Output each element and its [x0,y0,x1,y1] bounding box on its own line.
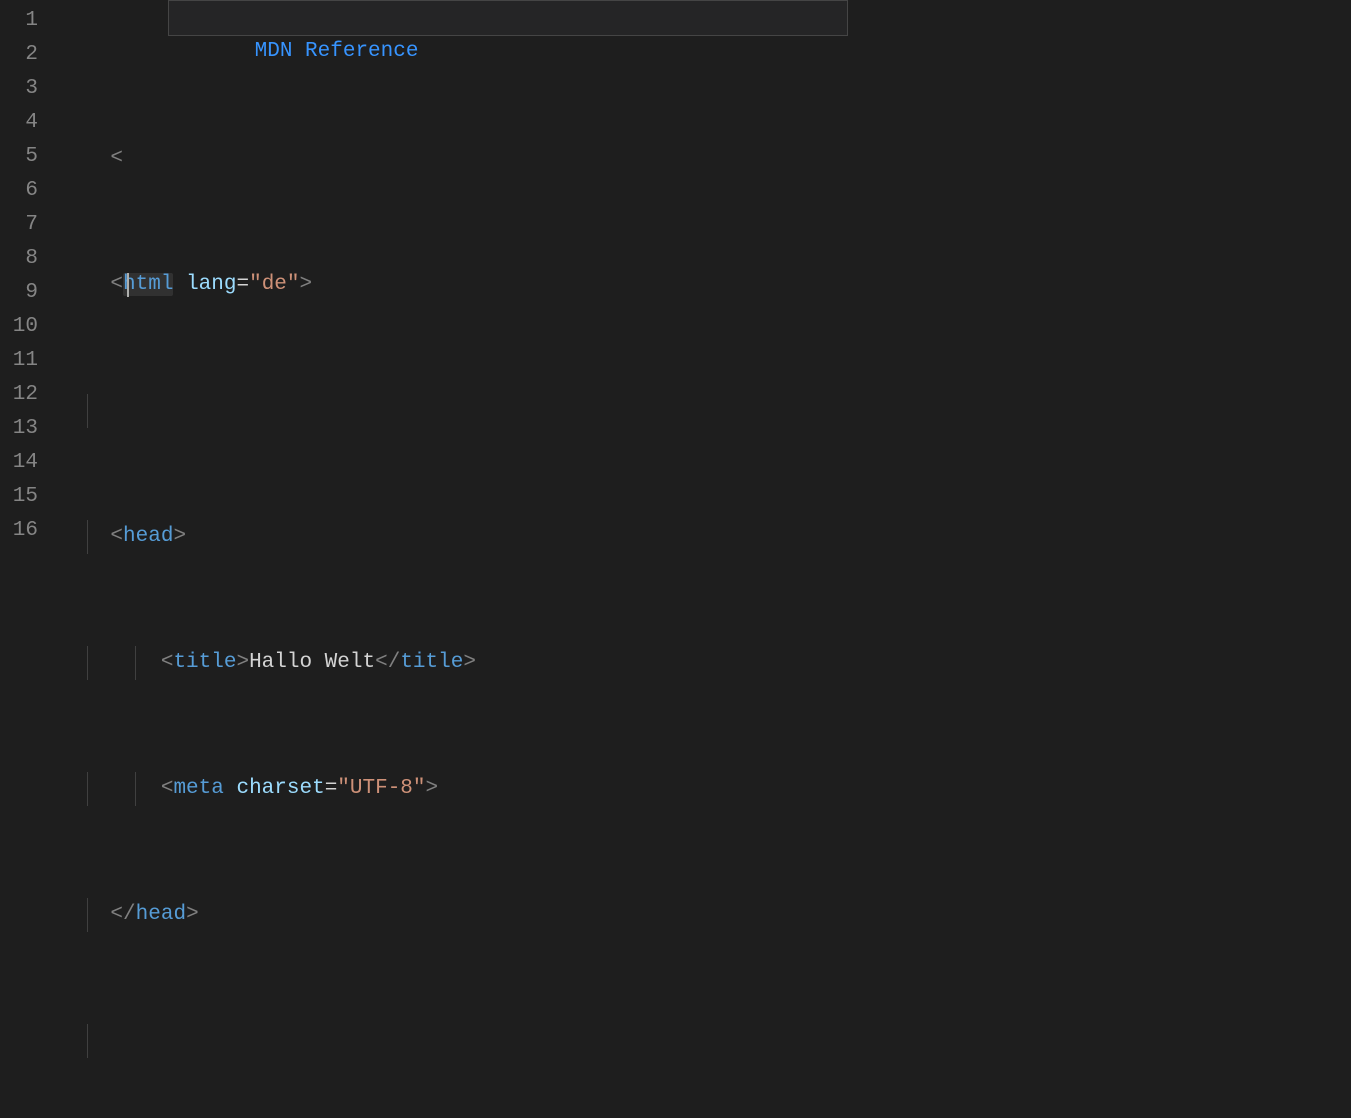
line-number: 2 [0,38,38,72]
code-line[interactable]: <html lang="de"> [60,268,1351,302]
code-line[interactable]: <meta charset="UTF-8"> [60,772,1351,806]
title-tag: title [173,651,236,674]
head-open-tag: head [123,525,173,548]
code-line[interactable]: <head> [60,520,1351,554]
line-number: 5 [0,140,38,174]
head-close-tag: head [136,903,186,926]
title-text: Hallo Welt [249,651,375,674]
meta-tag: meta [173,777,223,800]
line-number: 16 [0,514,38,548]
html-tag: html [123,273,173,296]
code-line[interactable] [60,394,1351,428]
line-number-gutter: 1 2 3 4 5 6 7 8 9 10 11 12 13 14 15 16 [0,0,60,559]
code-line[interactable] [60,1024,1351,1058]
line-number: 8 [0,242,38,276]
line-number: 13 [0,412,38,446]
line-number: 6 [0,174,38,208]
line-number: 7 [0,208,38,242]
line-number: 12 [0,378,38,412]
mdn-reference-link[interactable]: MDN Reference [255,40,419,63]
line-number: 9 [0,276,38,310]
line-number: 3 [0,72,38,106]
text-cursor [127,273,129,297]
line-number: 1 [0,4,38,38]
code-area[interactable]: MDN Reference < <html lang="de"> <head> … [60,0,1351,559]
line-number: 10 [0,310,38,344]
code-line[interactable]: <title>Hallo Welt</title> [60,646,1351,680]
line-number: 15 [0,480,38,514]
code-line[interactable]: </head> [60,898,1351,932]
code-editor[interactable]: 1 2 3 4 5 6 7 8 9 10 11 12 13 14 15 16 M… [0,0,1351,559]
hover-tooltip[interactable]: MDN Reference [168,0,848,36]
line-number: 4 [0,106,38,140]
line-number: 14 [0,446,38,480]
line-number: 11 [0,344,38,378]
code-line[interactable]: < [60,142,1351,176]
